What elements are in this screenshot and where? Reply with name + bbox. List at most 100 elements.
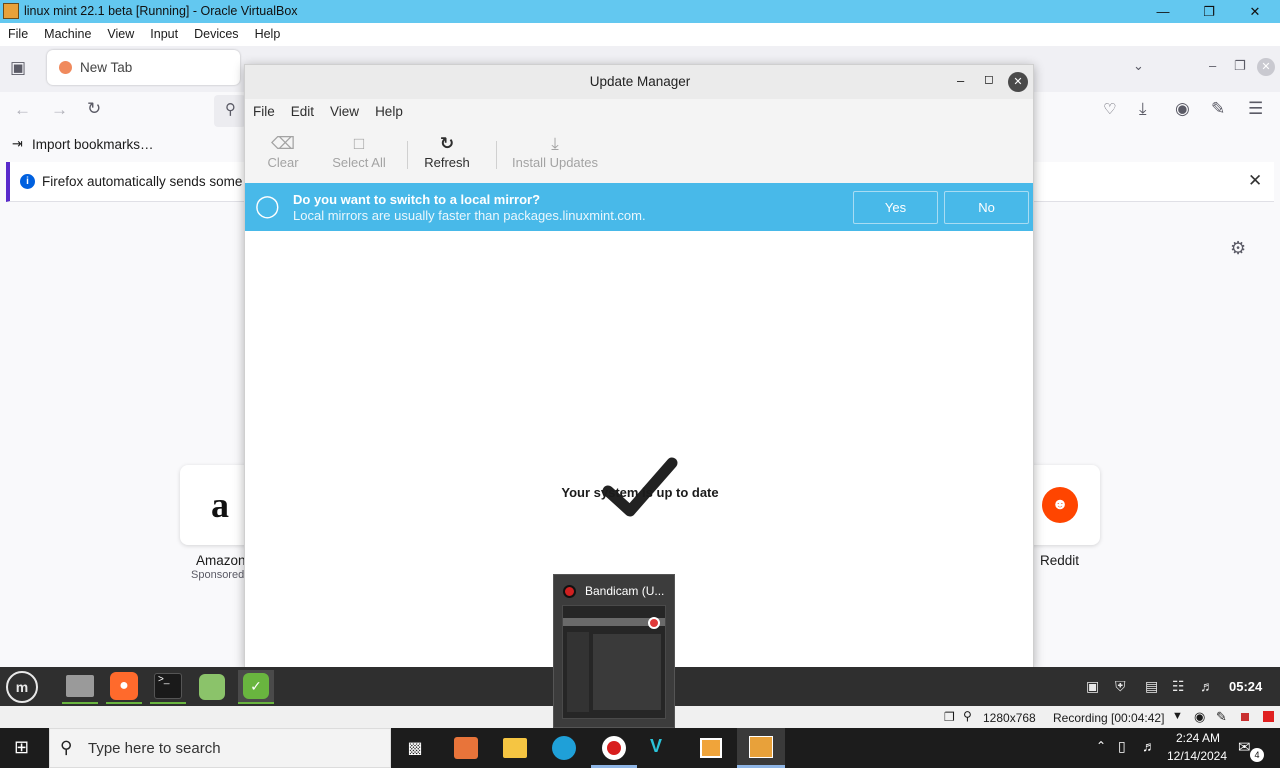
url-bar[interactable]: ⚲: [214, 95, 246, 127]
gitlab-icon[interactable]: [454, 737, 478, 759]
minimize-button[interactable]: —: [1140, 0, 1186, 23]
install-icon: ⤓: [551, 134, 559, 153]
info-icon: i: [20, 174, 35, 189]
list-tabs-icon[interactable]: ⌄: [1133, 58, 1144, 74]
vbox-menu-view[interactable]: View: [99, 23, 142, 41]
mint-menu-icon[interactable]: m: [6, 671, 38, 703]
um-window-title: Update Manager: [589, 74, 691, 89]
panel-clock[interactable]: 05:24: [1229, 679, 1262, 694]
clear-button[interactable]: ⌫ Clear: [261, 133, 305, 170]
panel-update-manager[interactable]: ✓: [238, 670, 274, 704]
toolbar-separator: [496, 141, 497, 169]
tray-network-icon[interactable]: ▯: [1118, 738, 1126, 755]
um-title-bar[interactable]: Update Manager – ◻ ✕: [245, 65, 1033, 99]
notification-badge: 4: [1250, 748, 1264, 762]
notice-close-icon[interactable]: ✕: [1248, 171, 1262, 191]
tab-overview-icon[interactable]: ▣: [10, 58, 26, 78]
um-maximize-icon[interactable]: ◻: [984, 72, 994, 86]
tray-volume-icon[interactable]: ♬: [1142, 738, 1156, 754]
volume-icon[interactable]: ♬: [1200, 678, 1214, 694]
downloads-icon[interactable]: ⤓: [1139, 99, 1147, 119]
task-view-icon[interactable]: ▩: [402, 736, 428, 760]
um-minimize-icon[interactable]: –: [957, 73, 964, 88]
edge-icon[interactable]: [552, 736, 576, 760]
local-mirror-infobar: ◯ Do you want to switch to a local mirro…: [245, 183, 1033, 231]
vbox-menu-file[interactable]: File: [0, 23, 36, 41]
extensions-icon[interactable]: ✎: [1211, 99, 1225, 119]
media-player-icon[interactable]: [700, 738, 722, 758]
zoom-icon[interactable]: ⚲: [963, 709, 972, 723]
tray-date[interactable]: 12/14/2024: [1164, 749, 1230, 763]
ff-minimize-icon[interactable]: –: [1209, 58, 1216, 73]
terminal-icon: >_: [154, 673, 182, 699]
vbox-menu-input[interactable]: Input: [142, 23, 186, 41]
um-close-icon[interactable]: ✕: [1008, 72, 1028, 92]
vbox-menu-bar: File Machine View Input Devices Help: [0, 23, 1280, 46]
um-menu-view[interactable]: View: [322, 104, 367, 119]
pocket-icon[interactable]: ♡: [1103, 100, 1116, 118]
no-button[interactable]: No: [944, 191, 1029, 224]
virtualbox-task-button[interactable]: [737, 728, 785, 768]
pen-icon[interactable]: ✎: [1216, 709, 1227, 725]
bandicam-task-button[interactable]: [591, 728, 637, 768]
panel-settings[interactable]: [194, 670, 230, 704]
clear-label: Clear: [267, 155, 299, 170]
menu-icon[interactable]: ☰: [1248, 99, 1263, 119]
ff-maximize-icon[interactable]: ❐: [1234, 58, 1246, 74]
windows-search-box[interactable]: ⚲ Type here to search: [49, 728, 391, 768]
tab-new-tab[interactable]: New Tab: [47, 50, 240, 85]
vbox-menu-devices[interactable]: Devices: [186, 23, 246, 41]
tab-label: New Tab: [80, 60, 133, 75]
panel-files[interactable]: [62, 670, 98, 704]
reload-icon[interactable]: ↻: [87, 99, 101, 119]
recording-text: Recording [00:04:42]: [1053, 711, 1165, 725]
up-to-date-message: Your system is up to date: [561, 485, 719, 500]
notes-icon[interactable]: ▤: [1145, 678, 1158, 695]
vbox-app-icon: [3, 3, 19, 19]
dropdown-icon[interactable]: ▼: [1172, 710, 1183, 722]
back-icon[interactable]: ←: [14, 100, 31, 120]
import-bookmarks-link[interactable]: Import bookmarks…: [32, 137, 154, 152]
clipboard-icon[interactable]: ▣: [1086, 678, 1099, 695]
install-updates-button[interactable]: ⤓ Install Updates: [507, 133, 603, 170]
reddit-logo-icon: ☻: [1042, 487, 1078, 523]
shield-tray-icon[interactable]: ⛨: [1115, 678, 1126, 695]
bandicam-preview[interactable]: Bandicam (U...: [553, 574, 675, 728]
vbox-menu-help[interactable]: Help: [247, 23, 289, 41]
windows-start-icon[interactable]: ⊞: [14, 737, 29, 758]
stop-icon[interactable]: [1263, 711, 1274, 722]
vs-code-icon[interactable]: V: [650, 736, 676, 760]
shortcut-label: Amazon: [196, 553, 246, 568]
vbox-menu-machine[interactable]: Machine: [36, 23, 99, 41]
refresh-label: Refresh: [424, 155, 470, 170]
account-icon[interactable]: ◉: [1175, 99, 1190, 119]
virtualbox-taskbar-icon: [749, 736, 773, 758]
um-menu-edit[interactable]: Edit: [283, 104, 322, 119]
network-icon[interactable]: ☷: [1172, 678, 1185, 695]
select-all-icon: □: [353, 134, 365, 153]
file-explorer-icon[interactable]: [503, 738, 527, 758]
restore-button[interactable]: ❐: [1186, 0, 1232, 23]
um-menu-help[interactable]: Help: [367, 104, 411, 119]
toggles-icon: [199, 674, 225, 700]
restore-icon: ❐: [1203, 3, 1215, 19]
shortcut-label: Reddit: [1040, 553, 1080, 568]
notification-icon[interactable]: ✉: [1238, 738, 1251, 756]
tray-chevron-icon[interactable]: ⌃: [1096, 739, 1106, 753]
tray-time[interactable]: 2:24 AM: [1166, 731, 1230, 745]
notification-text: Firefox automatically sends some: [42, 174, 243, 189]
select-all-button[interactable]: □ Select All: [329, 133, 389, 170]
camera-icon[interactable]: ◉: [1194, 709, 1205, 725]
close-button[interactable]: ✕: [1232, 0, 1278, 23]
settings-gear-icon[interactable]: ⚙: [1230, 238, 1246, 259]
yes-button[interactable]: Yes: [853, 191, 938, 224]
clear-icon: ⌫: [270, 134, 296, 153]
ff-close-icon[interactable]: ✕: [1257, 58, 1275, 76]
vbox-window-title: linux mint 22.1 beta [Running] - Oracle …: [24, 4, 298, 18]
forward-icon[interactable]: →: [51, 100, 68, 120]
refresh-button[interactable]: ↻ Refresh: [419, 133, 475, 170]
um-menu-file[interactable]: File: [245, 104, 283, 119]
panel-firefox[interactable]: ●: [106, 670, 142, 704]
panel-terminal[interactable]: >_: [150, 670, 186, 704]
display-icon[interactable]: ❐: [944, 710, 955, 724]
